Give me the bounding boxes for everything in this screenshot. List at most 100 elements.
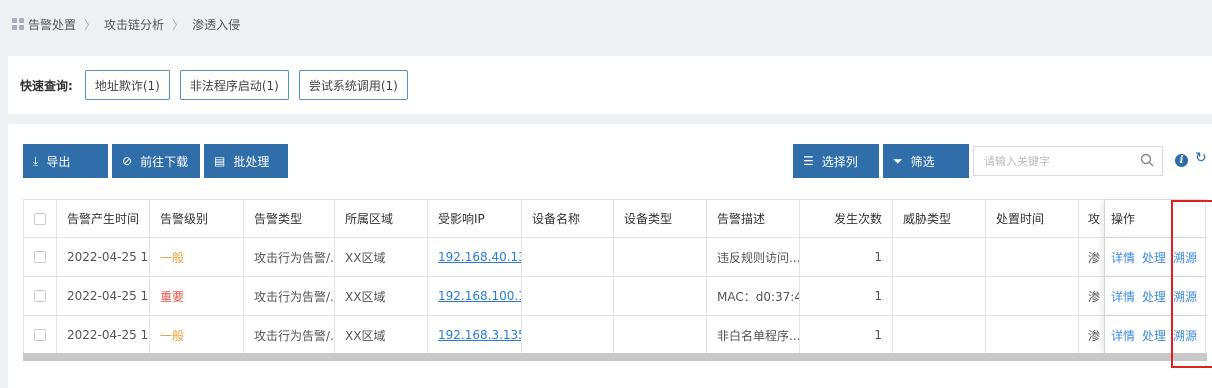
list-icon: ☰ [803, 154, 814, 168]
search-placeholder: 请输入关键字 [984, 155, 1050, 168]
handle-link[interactable]: 处理 [1142, 288, 1166, 305]
link-icon: ⊘ [122, 154, 133, 168]
search-input[interactable]: 请输入关键字 [973, 146, 1163, 176]
row-checkbox[interactable] [34, 251, 46, 263]
cell-level: 一般 [150, 238, 244, 276]
table-row: 2022-04-25 10... 重要 攻击行为告警/... XX区域 192.… [24, 277, 1207, 316]
quick-query-label: 快速查询: [20, 78, 73, 93]
table-row: 2022-04-25 10... 一般 攻击行为告警/... XX区域 192.… [24, 238, 1207, 277]
cell-attack: 渗 [1079, 238, 1105, 276]
cell-description: 违反规则访问... [707, 238, 800, 276]
go-download-button[interactable]: ⊘ 前往下载 [112, 144, 200, 178]
ip-link[interactable]: 192.168.100.123 [438, 289, 521, 303]
breadcrumb-separator: 〉 [172, 17, 185, 32]
cell-type: 攻击行为告警/... [244, 316, 335, 354]
cell-device-type [614, 238, 707, 276]
cell-type: 攻击行为告警/... [244, 238, 335, 276]
filter-label: 筛选 [910, 154, 935, 169]
cell-handle-time [986, 238, 1079, 276]
breadcrumb-item-alert[interactable]: 告警处置 [28, 16, 76, 33]
refresh-icon[interactable]: ↻ [1195, 150, 1207, 166]
cell-device-type [614, 277, 707, 315]
header-attack[interactable]: 攻 [1079, 200, 1105, 237]
info-icon[interactable]: i [1175, 154, 1188, 167]
go-download-label: 前往下载 [140, 154, 189, 169]
cell-zone: XX区域 [335, 238, 428, 276]
table-header-row: 告警产生时间 告警级别 告警类型 所属区域 受影响IP 设备名称 设备类型 告警… [24, 200, 1207, 238]
cell-handle-time [986, 316, 1079, 354]
cell-time: 2022-04-25 10... [57, 238, 150, 276]
cell-zone: XX区域 [335, 316, 428, 354]
header-type[interactable]: 告警类型 [244, 200, 335, 237]
cell-description: MAC：d0:37:4... [707, 277, 800, 315]
cell-level: 一般 [150, 316, 244, 354]
row-checkbox[interactable] [34, 290, 46, 302]
cell-ip: 192.168.3.135 [428, 316, 522, 354]
cell-device-type [614, 316, 707, 354]
alert-table-panel: ⤓ 导出 ⊘ 前往下载 ▤ 批处理 ☰ 选择列 ⏷ 筛选 请输入关键字 i ↻ … [8, 124, 1212, 388]
header-device-type[interactable]: 设备类型 [614, 200, 707, 237]
select-columns-label: 选择列 [821, 154, 858, 169]
header-count[interactable]: 发生次数 [800, 200, 893, 237]
cell-attack: 渗 [1079, 277, 1105, 315]
breadcrumb-item-current: 渗透入侵 [192, 17, 241, 32]
cell-level: 重要 [150, 277, 244, 315]
batch-process-label: 批处理 [233, 154, 270, 169]
cell-threat-type [893, 238, 986, 276]
ip-link[interactable]: 192.168.3.135 [438, 328, 521, 342]
grid-icon [12, 18, 24, 30]
horizontal-scrollbar[interactable] [23, 353, 1207, 361]
cell-description: 非白名单程序... [707, 316, 800, 354]
quick-query-address-spoof-button[interactable]: 地址欺诈(1) [84, 70, 170, 100]
cell-count: 1 [800, 277, 893, 315]
quick-query-syscall-button[interactable]: 尝试系统调用(1) [298, 70, 408, 100]
quick-query-bar: 快速查询: 地址欺诈(1) 非法程序启动(1) 尝试系统调用(1) [8, 56, 1212, 114]
cell-ip: 192.168.40.135 [428, 238, 522, 276]
header-device-name[interactable]: 设备名称 [522, 200, 614, 237]
detail-link[interactable]: 详情 [1111, 288, 1135, 305]
table-row: 2022-04-25 10... 一般 攻击行为告警/... XX区域 192.… [24, 316, 1207, 355]
cell-device-name [522, 316, 614, 354]
handle-link[interactable]: 处理 [1142, 327, 1166, 344]
alert-table: 告警产生时间 告警级别 告警类型 所属区域 受影响IP 设备名称 设备类型 告警… [23, 199, 1207, 355]
batch-process-button[interactable]: ▤ 批处理 [204, 144, 288, 178]
filter-button[interactable]: ⏷ 筛选 [883, 144, 969, 178]
breadcrumb-separator: 〉 [84, 17, 97, 32]
header-handle-time[interactable]: 处置时间 [986, 200, 1079, 237]
document-icon: ▤ [214, 154, 226, 168]
cell-count: 1 [800, 238, 893, 276]
trace-column-highlight [1171, 200, 1212, 368]
breadcrumb: 告警处置 〉 攻击链分析 〉 渗透入侵 [0, 0, 1212, 48]
filter-icon: ⏷ [893, 153, 903, 168]
header-threat-type[interactable]: 威胁类型 [893, 200, 986, 237]
row-checkbox-cell[interactable] [24, 277, 57, 315]
download-icon: ⤓ [33, 153, 39, 168]
cell-device-name [522, 277, 614, 315]
row-checkbox-cell[interactable] [24, 238, 57, 276]
cell-time: 2022-04-25 10... [57, 277, 150, 315]
export-label: 导出 [46, 154, 71, 169]
header-time[interactable]: 告警产生时间 [57, 200, 150, 237]
header-description[interactable]: 告警描述 [707, 200, 800, 237]
cell-ip: 192.168.100.123 [428, 277, 522, 315]
row-checkbox[interactable] [34, 329, 46, 341]
header-ip[interactable]: 受影响IP [428, 200, 522, 237]
handle-link[interactable]: 处理 [1142, 249, 1166, 266]
quick-query-illegal-program-button[interactable]: 非法程序启动(1) [179, 70, 289, 100]
export-button[interactable]: ⤓ 导出 [23, 144, 108, 178]
detail-link[interactable]: 详情 [1111, 327, 1135, 344]
cell-zone: XX区域 [335, 277, 428, 315]
breadcrumb-item-chain[interactable]: 攻击链分析 [104, 16, 164, 33]
row-checkbox-cell[interactable] [24, 316, 57, 354]
cell-device-name [522, 238, 614, 276]
select-all-checkbox[interactable] [34, 212, 46, 225]
search-icon[interactable] [1140, 153, 1154, 167]
header-zone[interactable]: 所属区域 [335, 200, 428, 237]
header-level[interactable]: 告警级别 [150, 200, 244, 237]
cell-handle-time [986, 277, 1079, 315]
select-all-checkbox-cell[interactable] [24, 200, 57, 237]
cell-type: 攻击行为告警/... [244, 277, 335, 315]
select-columns-button[interactable]: ☰ 选择列 [793, 144, 879, 178]
detail-link[interactable]: 详情 [1111, 249, 1135, 266]
ip-link[interactable]: 192.168.40.135 [438, 250, 521, 264]
